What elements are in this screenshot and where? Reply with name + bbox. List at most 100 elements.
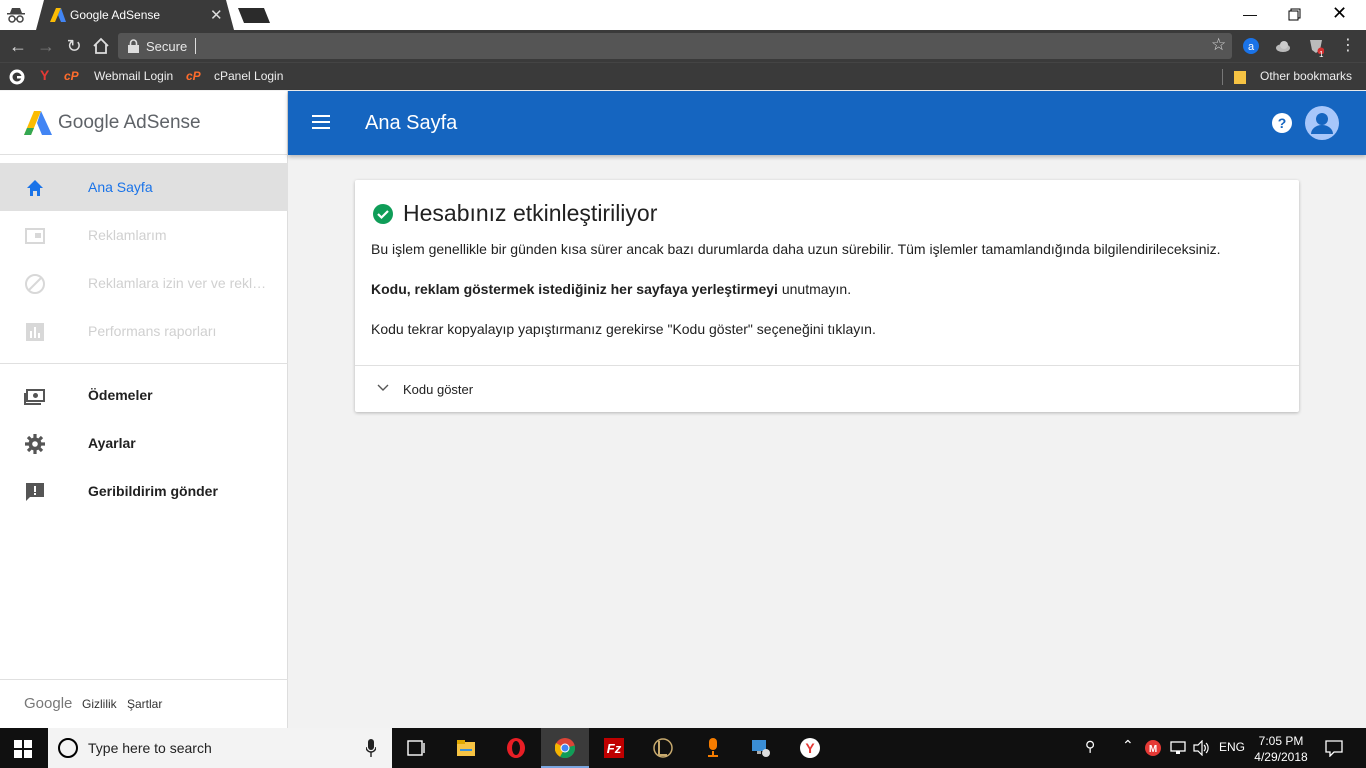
back-icon[interactable]: ← bbox=[8, 36, 28, 56]
svg-text:?: ? bbox=[1278, 115, 1287, 131]
divider bbox=[0, 363, 288, 364]
forward-icon[interactable]: → bbox=[36, 36, 56, 56]
card-title: Hesabınız etkinleştiriliyor bbox=[403, 200, 658, 226]
chart-icon bbox=[26, 323, 44, 341]
sidebar-item-allow-block[interactable]: Reklamlara izin ver ve reklamları engell… bbox=[0, 259, 288, 307]
sidebar-item-my-ads[interactable]: Reklamlarım bbox=[0, 211, 288, 259]
extension-badge: 1 bbox=[1319, 50, 1324, 59]
svg-text:Fz: Fz bbox=[607, 741, 622, 756]
taskbar: Type here to search Fz Y ⚲ ⌃ M ENG 7:05 … bbox=[0, 728, 1366, 768]
tab-close-icon[interactable]: ✕ bbox=[210, 6, 223, 24]
divider bbox=[0, 679, 288, 680]
sidebar-item-label: Ayarlar bbox=[88, 435, 136, 451]
new-tab-button[interactable] bbox=[238, 8, 270, 23]
clock-date[interactable]: 4/29/2018 bbox=[1250, 750, 1312, 764]
check-circle-icon bbox=[373, 204, 393, 224]
tab-strip: Google AdSense ✕ — ✕ bbox=[0, 0, 1366, 30]
sidebar: Google AdSense Ana Sayfa Reklamlarım Rek… bbox=[0, 91, 288, 728]
svg-text:a: a bbox=[1248, 41, 1255, 53]
address-bar[interactable]: Secure ☆ bbox=[118, 33, 1232, 59]
people-icon[interactable]: ⚲ bbox=[1085, 738, 1095, 755]
sidebar-item-label: Ana Sayfa bbox=[88, 179, 153, 195]
chrome-icon bbox=[555, 738, 575, 758]
restore-button[interactable] bbox=[1286, 6, 1304, 24]
tab-title: Google AdSense bbox=[70, 8, 161, 22]
sidebar-item-feedback[interactable]: Geribildirim gönder bbox=[0, 467, 288, 515]
extension-a-icon[interactable]: a bbox=[1243, 38, 1259, 54]
reload-icon[interactable]: ↻ bbox=[64, 36, 84, 56]
brand-name: Google AdSense bbox=[58, 112, 201, 133]
taskbar-league[interactable] bbox=[639, 728, 687, 768]
yandex-bookmark-icon[interactable]: Y bbox=[40, 67, 49, 83]
antivirus-tray-icon[interactable]: M bbox=[1145, 740, 1161, 756]
taskbar-search[interactable]: Type here to search bbox=[48, 728, 392, 768]
footer-privacy-link[interactable]: Gizlilik bbox=[82, 697, 117, 711]
sidebar-item-label: Reklamlarım bbox=[88, 227, 167, 243]
yandex-icon: Y bbox=[800, 738, 820, 758]
lock-icon bbox=[128, 39, 139, 53]
bookmark-divider bbox=[1222, 69, 1223, 85]
windows-start-icon[interactable] bbox=[14, 740, 32, 758]
incognito-icon bbox=[7, 8, 25, 23]
account-status-card: Hesabınız etkinleştiriliyor Bu işlem gen… bbox=[355, 180, 1299, 412]
taskbar-network-app[interactable] bbox=[737, 728, 785, 768]
chevron-down-icon[interactable] bbox=[377, 384, 389, 392]
taskbar-yandex[interactable]: Y bbox=[786, 728, 834, 768]
home-icon bbox=[27, 180, 43, 196]
sidebar-item-label: Performans raporları bbox=[88, 323, 217, 339]
browser-menu-icon[interactable]: ⋮ bbox=[1338, 36, 1358, 56]
clock-time[interactable]: 7:05 PM bbox=[1256, 734, 1306, 748]
sidebar-item-settings[interactable]: Ayarlar bbox=[0, 419, 288, 467]
block-icon bbox=[25, 274, 45, 294]
extension-cloud-icon[interactable] bbox=[1275, 38, 1291, 54]
sidebar-item-home[interactable]: Ana Sayfa bbox=[0, 163, 288, 211]
taskbar-filezilla[interactable]: Fz bbox=[590, 728, 638, 768]
home-page-icon[interactable] bbox=[92, 37, 110, 55]
browser-toolbar: ← → ↻ Secure ☆ a 1 ⋮ bbox=[0, 30, 1366, 62]
google-bookmark-icon[interactable] bbox=[9, 69, 25, 85]
task-view-icon bbox=[407, 740, 425, 756]
language-indicator[interactable]: ENG bbox=[1219, 740, 1245, 754]
sidebar-item-label: Reklamlara izin ver ve reklamları engell… bbox=[88, 275, 268, 291]
opera-icon bbox=[507, 738, 525, 758]
bookmark-webmail[interactable]: Webmail Login bbox=[94, 69, 173, 83]
help-icon[interactable]: ? bbox=[1271, 112, 1293, 134]
taskbar-file-explorer[interactable] bbox=[442, 728, 490, 768]
adsense-favicon-icon bbox=[50, 8, 66, 22]
show-code-toggle[interactable]: Kodu göster bbox=[403, 382, 473, 397]
sidebar-item-payments[interactable]: Ödemeler bbox=[0, 371, 288, 419]
payments-icon bbox=[24, 389, 45, 405]
footer-google-logo: Google bbox=[24, 695, 73, 712]
minimize-button[interactable]: — bbox=[1240, 6, 1260, 22]
bookmark-star-icon[interactable]: ☆ bbox=[1211, 35, 1226, 55]
chevron-up-icon[interactable]: ⌃ bbox=[1122, 737, 1134, 754]
taskbar-chrome[interactable] bbox=[541, 728, 589, 768]
avatar[interactable] bbox=[1305, 106, 1339, 140]
footer-terms-link[interactable]: Şartlar bbox=[127, 697, 162, 711]
notification-icon[interactable] bbox=[1325, 739, 1343, 757]
feedback-icon bbox=[26, 483, 44, 501]
sidebar-item-reports[interactable]: Performans raporları bbox=[0, 307, 288, 355]
secure-label: Secure bbox=[146, 39, 188, 54]
card-paragraph-3: Kodu tekrar kopyalayıp yapıştırmanız ger… bbox=[371, 321, 876, 337]
app-bar: Ana Sayfa ? bbox=[288, 91, 1366, 155]
other-bookmarks[interactable]: Other bookmarks bbox=[1260, 69, 1352, 83]
card-paragraph-2-bold: Kodu, reklam göstermek istediğiniz her s… bbox=[371, 281, 778, 297]
task-view-button[interactable] bbox=[392, 728, 440, 768]
network-icon[interactable] bbox=[1169, 740, 1187, 756]
divider bbox=[355, 365, 1299, 366]
volume-icon[interactable] bbox=[1193, 740, 1211, 756]
cortana-icon bbox=[58, 738, 78, 758]
menu-icon[interactable] bbox=[312, 115, 330, 129]
bookmark-cpanel[interactable]: cPanel Login bbox=[214, 69, 283, 83]
page-title: Ana Sayfa bbox=[365, 112, 458, 134]
browser-tab-adsense[interactable]: Google AdSense ✕ bbox=[36, 0, 234, 30]
gear-icon bbox=[25, 434, 45, 454]
adsense-logo-icon bbox=[24, 111, 52, 135]
taskbar-opera[interactable] bbox=[492, 728, 540, 768]
microphone-icon[interactable] bbox=[366, 739, 376, 757]
taskbar-recorder[interactable] bbox=[689, 728, 737, 768]
close-window-button[interactable]: ✕ bbox=[1332, 3, 1347, 24]
microphone-app-icon bbox=[708, 738, 718, 757]
text-cursor bbox=[195, 38, 196, 54]
